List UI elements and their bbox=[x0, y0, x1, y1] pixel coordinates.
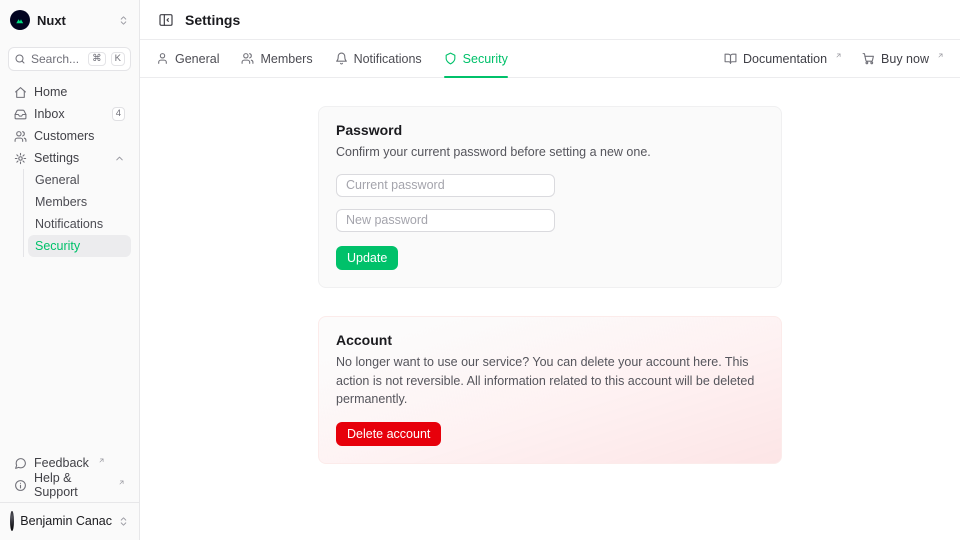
buy-now-link[interactable]: Buy now bbox=[862, 52, 944, 66]
info-icon bbox=[14, 479, 27, 492]
page-header: Settings bbox=[140, 0, 960, 40]
password-card: Password Confirm your current password b… bbox=[318, 106, 782, 288]
external-link-icon bbox=[98, 457, 105, 464]
sidebar-item-settings[interactable]: Settings bbox=[8, 147, 131, 169]
delete-account-button[interactable]: Delete account bbox=[336, 422, 441, 446]
team-picker[interactable]: Nuxt bbox=[0, 0, 139, 40]
password-card-title: Password bbox=[336, 122, 764, 138]
nuxt-logo-icon bbox=[10, 10, 30, 30]
update-password-button[interactable]: Update bbox=[336, 246, 398, 270]
sidebar-item-general[interactable]: General bbox=[28, 169, 131, 191]
account-card-title: Account bbox=[336, 332, 764, 348]
avatar bbox=[10, 511, 14, 531]
sidebar-item-security[interactable]: Security bbox=[28, 235, 131, 257]
settings-tabbar: General Members Notifications Security D… bbox=[140, 40, 960, 78]
users-icon bbox=[241, 52, 254, 65]
message-icon bbox=[14, 457, 27, 470]
password-card-description: Confirm your current password before set… bbox=[336, 143, 764, 162]
collapse-sidebar-button[interactable] bbox=[156, 10, 176, 30]
team-name: Nuxt bbox=[37, 13, 66, 28]
tabbar-right: Documentation Buy now bbox=[724, 52, 944, 66]
sidebar: Nuxt Search... ⌘ K Home Inbox 4 Customer… bbox=[0, 0, 140, 540]
sidebar-item-customers[interactable]: Customers bbox=[8, 125, 131, 147]
panel-left-close-icon bbox=[158, 12, 174, 28]
tab-notifications[interactable]: Notifications bbox=[335, 40, 422, 77]
user-name: Benjamin Canac bbox=[20, 514, 112, 528]
sidebar-nav: Home Inbox 4 Customers Settings General … bbox=[0, 81, 139, 257]
search-icon bbox=[14, 53, 26, 65]
main-area: Settings General Members Notifications S… bbox=[140, 0, 960, 540]
external-link-icon bbox=[937, 52, 944, 59]
sidebar-item-inbox[interactable]: Inbox 4 bbox=[8, 103, 131, 125]
tab-members[interactable]: Members bbox=[241, 40, 312, 77]
home-icon bbox=[14, 86, 27, 99]
chevron-up-down-icon bbox=[118, 15, 129, 26]
app-window: Nuxt Search... ⌘ K Home Inbox 4 Customer… bbox=[0, 0, 960, 540]
customers-icon bbox=[14, 130, 27, 143]
bell-icon bbox=[335, 52, 348, 65]
inbox-icon bbox=[14, 108, 27, 121]
chevron-up-icon bbox=[114, 153, 125, 164]
shopping-cart-icon bbox=[862, 52, 875, 65]
user-icon bbox=[156, 52, 169, 65]
sidebar-item-members[interactable]: Members bbox=[28, 191, 131, 213]
tab-general[interactable]: General bbox=[156, 40, 219, 77]
tab-security[interactable]: Security bbox=[444, 40, 508, 77]
search-input[interactable]: Search... ⌘ K bbox=[8, 47, 131, 71]
new-password-field[interactable] bbox=[336, 209, 555, 232]
sidebar-footer: Feedback Help & Support bbox=[0, 452, 139, 502]
user-menu[interactable]: Benjamin Canac bbox=[8, 509, 131, 533]
documentation-link[interactable]: Documentation bbox=[724, 52, 842, 66]
inbox-count-badge: 4 bbox=[112, 107, 125, 121]
kbd-meta: ⌘ bbox=[88, 52, 106, 66]
chevron-up-down-icon bbox=[118, 516, 129, 527]
page-title: Settings bbox=[185, 12, 240, 28]
account-card-description: No longer want to use our service? You c… bbox=[336, 353, 764, 409]
user-section: Benjamin Canac bbox=[0, 502, 139, 540]
team: Nuxt bbox=[10, 10, 66, 30]
settings-security-content: Password Confirm your current password b… bbox=[140, 78, 960, 540]
kbd-k: K bbox=[111, 52, 125, 66]
book-open-icon bbox=[724, 52, 737, 65]
help-support-link[interactable]: Help & Support bbox=[8, 474, 131, 496]
shield-icon bbox=[444, 52, 457, 65]
current-password-field[interactable] bbox=[336, 174, 555, 197]
sidebar-item-notifications[interactable]: Notifications bbox=[28, 213, 131, 235]
gear-icon bbox=[14, 152, 27, 165]
search-placeholder: Search... bbox=[31, 52, 83, 66]
settings-subnav: General Members Notifications Security bbox=[23, 169, 131, 257]
sidebar-item-home[interactable]: Home bbox=[8, 81, 131, 103]
account-danger-card: Account No longer want to use our servic… bbox=[318, 316, 782, 464]
external-link-icon bbox=[835, 52, 842, 59]
external-link-icon bbox=[118, 479, 125, 486]
